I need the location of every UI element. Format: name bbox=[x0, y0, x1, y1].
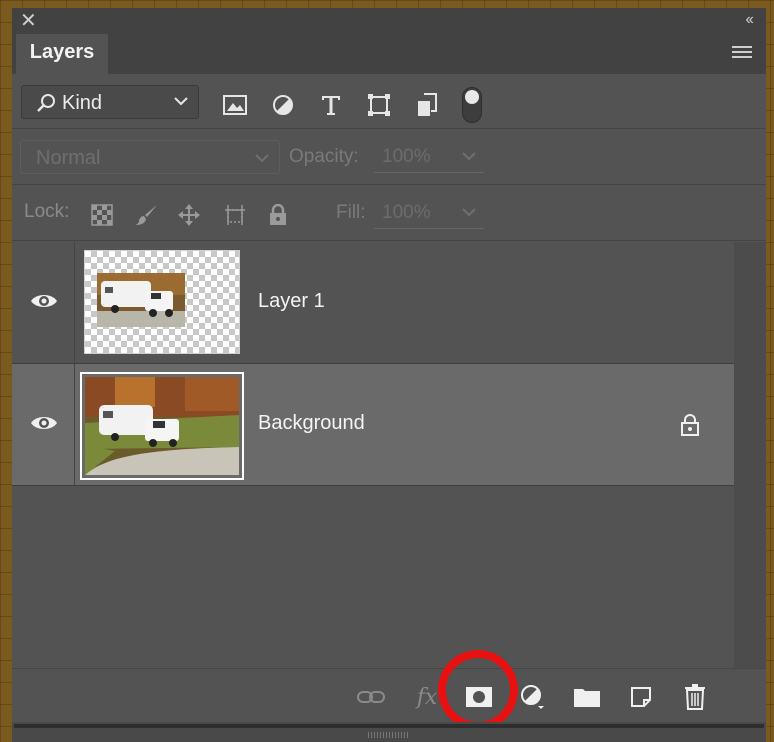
lock-position-icon[interactable] bbox=[176, 203, 202, 227]
lock-icon bbox=[681, 414, 699, 436]
collapse-icon[interactable]: ‹‹ bbox=[745, 12, 754, 28]
rv-photo-thumbnail bbox=[97, 273, 185, 327]
lock-row: Lock: Fill: 100% bbox=[12, 188, 766, 240]
chevron-down-icon bbox=[174, 97, 188, 106]
layers-panel: ✕ ‹‹ Layers Kind Normal Opacity: 100% Lo… bbox=[12, 8, 766, 742]
layer-name[interactable]: Background bbox=[258, 412, 365, 435]
filter-kind-label: Kind bbox=[62, 92, 103, 114]
lock-image-pixels-icon[interactable] bbox=[134, 203, 160, 227]
filter-shape-icon[interactable] bbox=[366, 93, 392, 117]
rv-photo-thumbnail bbox=[85, 377, 239, 475]
opacity-field[interactable]: 100% bbox=[374, 142, 484, 173]
search-icon bbox=[37, 94, 55, 112]
eye-icon[interactable] bbox=[30, 414, 58, 432]
filter-adjustment-icon[interactable] bbox=[270, 93, 296, 117]
tab-layers[interactable]: Layers bbox=[16, 34, 108, 74]
opacity-label: Opacity: bbox=[289, 146, 359, 167]
fx-label: fx bbox=[416, 684, 438, 710]
panel-title-bar: ✕ ‹‹ bbox=[12, 8, 766, 34]
chevron-down-icon bbox=[462, 208, 476, 217]
filter-toggle[interactable] bbox=[462, 87, 482, 123]
divider bbox=[12, 184, 766, 185]
eye-icon[interactable] bbox=[30, 292, 58, 310]
panel-resize-grip[interactable] bbox=[12, 722, 766, 742]
layer-row-layer-1[interactable]: Layer 1 bbox=[12, 242, 734, 364]
layers-list: Layer 1 Background bbox=[12, 242, 734, 668]
fill-field[interactable]: 100% bbox=[374, 198, 484, 229]
layers-scrollbar[interactable] bbox=[734, 242, 766, 668]
new-group-folder-icon[interactable] bbox=[572, 683, 602, 711]
blend-row: Normal Opacity: 100% bbox=[12, 132, 766, 184]
fill-label: Fill: bbox=[336, 202, 366, 223]
lock-all-icon[interactable] bbox=[265, 203, 291, 227]
close-icon[interactable]: ✕ bbox=[20, 10, 37, 32]
blend-mode-value: Normal bbox=[36, 147, 101, 169]
divider bbox=[12, 240, 766, 241]
layer-name[interactable]: Layer 1 bbox=[258, 290, 325, 313]
filter-type-icon[interactable] bbox=[318, 93, 344, 117]
panel-menu-icon[interactable] bbox=[732, 46, 752, 61]
visibility-column bbox=[12, 242, 75, 363]
visibility-column bbox=[12, 364, 75, 485]
layer-thumbnail bbox=[84, 250, 240, 354]
filter-row: Kind bbox=[12, 74, 766, 128]
filter-smart-object-icon[interactable] bbox=[414, 93, 440, 117]
delete-layer-trash-icon[interactable] bbox=[680, 683, 710, 711]
link-layers-icon[interactable] bbox=[356, 683, 386, 711]
fill-value: 100% bbox=[382, 202, 431, 223]
blend-mode-select[interactable]: Normal bbox=[20, 140, 280, 174]
opacity-value: 100% bbox=[382, 146, 431, 167]
filter-kind-select[interactable]: Kind bbox=[21, 85, 199, 119]
lock-artboard-icon[interactable] bbox=[222, 203, 248, 227]
chevron-down-icon bbox=[255, 154, 269, 163]
highlight-circle-annotation bbox=[438, 650, 518, 730]
chevron-down-icon bbox=[462, 152, 476, 161]
layer-thumbnail bbox=[80, 372, 244, 480]
layer-row-background[interactable]: Background bbox=[12, 364, 734, 486]
filter-pixel-image-icon[interactable] bbox=[222, 93, 248, 117]
adjustment-layer-icon[interactable] bbox=[518, 683, 548, 711]
bottom-toolbar: fx bbox=[12, 668, 766, 723]
new-layer-icon[interactable] bbox=[626, 683, 656, 711]
lock-label: Lock: bbox=[24, 201, 70, 222]
tab-bar: Layers bbox=[12, 34, 766, 74]
lock-transparent-pixels-icon[interactable] bbox=[89, 203, 115, 227]
divider bbox=[12, 128, 766, 129]
